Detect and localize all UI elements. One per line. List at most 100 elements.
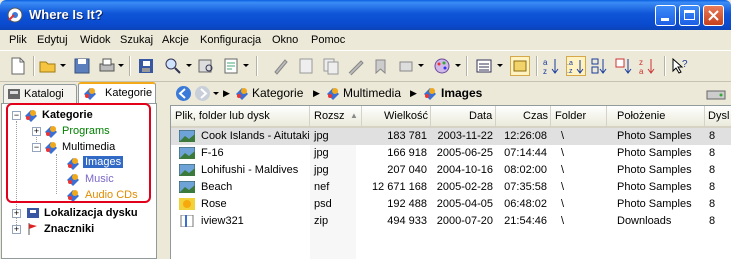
breadcrumb-item[interactable]: Multimedia [343,86,401,100]
sort-name-button[interactable]: az [542,56,562,76]
sort-size-icon [591,58,607,74]
cell-time: 07:35:58 [504,181,547,193]
view-mode-button[interactable] [474,56,494,76]
breadcrumb-current[interactable]: Images [441,86,482,100]
cell-date: 2000-07-20 [436,215,493,227]
drive-icon[interactable] [706,87,726,101]
svg-text:.z: .z [567,68,573,75]
help-button[interactable]: ? [670,56,690,76]
column-header-date[interactable]: Data [431,106,496,128]
report-button[interactable] [221,56,241,76]
open-button[interactable] [38,56,58,76]
properties-icon [299,58,313,74]
print-dropdown-icon[interactable] [118,64,124,67]
file-list: Plik, folder lub dysk Rozsz ▲ Wielkość D… [170,105,731,259]
menu-plik[interactable]: Plik [9,34,27,46]
expand-icon[interactable]: + [32,127,41,136]
search-button[interactable] [163,56,183,76]
save-button[interactable] [72,56,92,76]
new-button[interactable] [8,56,28,76]
column-header-folder[interactable]: Folder [551,106,607,128]
tree-line [56,154,57,194]
collapse-icon[interactable]: − [32,143,41,152]
close-button[interactable] [703,5,724,26]
find-in-catalog-button[interactable] [196,56,216,76]
thumbnails-toggle-button[interactable] [510,56,530,76]
table-row[interactable]: Cook Islands - Aitutaki jpg 183 781 2003-11… [171,128,731,145]
menu-szukaj[interactable]: Szukaj [120,34,153,46]
report-dropdown-icon[interactable] [243,64,249,67]
column-header-disk[interactable]: Dysl [705,106,731,128]
menu-edytuj[interactable]: Edytuj [37,34,68,46]
breadcrumb-item[interactable]: Kategorie [252,86,303,100]
title-bar[interactable]: Where Is It? [0,0,731,30]
open-dropdown-icon[interactable] [60,64,66,67]
menu-widok[interactable]: Widok [80,34,111,46]
disk-location-icon [27,208,39,218]
find-disk-icon [198,59,213,73]
minimize-button[interactable] [655,5,676,26]
color-labels-button[interactable] [432,56,452,76]
menu-okno[interactable]: Okno [272,34,298,46]
tools-dropdown-icon[interactable] [418,64,424,67]
tab-kategorie[interactable]: Kategorie [78,82,156,103]
tools-button[interactable] [396,56,416,76]
column-header-size[interactable]: Wielkość [362,106,431,128]
menu-konfiguracja[interactable]: Konfiguracja [200,34,261,46]
view-dropdown-icon[interactable] [497,64,503,67]
tree-label: Music [85,173,114,185]
cell-name: iview321 [201,215,244,227]
cell-folder: \ [561,198,565,210]
collapse-icon[interactable]: − [12,111,21,120]
sort-ext-button[interactable]: .a .z [566,56,586,76]
cell-name: Cook Islands - Aitutaki [201,130,309,142]
search-dropdown-icon[interactable] [186,64,192,67]
properties-button[interactable] [296,56,316,76]
cell-folder: \ [561,215,565,227]
window-title: Where Is It? [29,7,103,22]
print-button[interactable] [97,56,117,76]
catalog-button[interactable] [136,56,156,76]
table-row[interactable]: iview321 zip 494 933 2000-07-20 21:54:46 \ Dow… [171,213,731,230]
category-icon [45,142,57,154]
category-icon [424,88,436,100]
sort-date-button[interactable] [614,56,634,76]
history-dropdown-icon[interactable] [213,92,219,95]
new-document-icon [11,57,25,75]
assign-category-button[interactable] [346,56,366,76]
sort-reverse-button[interactable]: za [638,56,658,76]
tab-katalogi[interactable]: Katalogi [3,84,77,103]
breadcrumb: ▶ Kategorie ▶ Multimedia ▶ Images [160,82,731,105]
cell-time: 07:14:44 [504,147,547,159]
table-row[interactable]: Lohifushi - Maldives jpg 207 040 2004-10-16… [171,162,731,179]
bookmark-button[interactable] [371,56,391,76]
cell-date: 2004-10-16 [436,164,493,176]
menu-pomoc[interactable]: Pomoc [311,34,345,46]
column-header-name[interactable]: Plik, folder lub dysk [171,106,310,128]
copy-button[interactable] [321,56,341,76]
cell-ext: zip [314,215,329,227]
forward-button[interactable] [194,85,211,102]
expand-icon[interactable]: + [12,225,21,234]
expand-icon[interactable]: + [12,209,21,218]
category-icon [45,126,57,138]
cell-date: 2005-06-25 [436,147,493,159]
back-button[interactable] [175,85,192,102]
maximize-button[interactable] [679,5,700,26]
cell-folder: \ [561,147,565,159]
search-icon [165,58,181,74]
column-header-time[interactable]: Czas [496,106,551,128]
cell-location: Photo Samples [617,147,692,159]
color-dropdown-icon[interactable] [455,64,461,67]
svg-text:a: a [543,58,548,67]
cell-disk: 8 [709,215,716,227]
table-row[interactable]: F-16 jpg 166 918 2005-06-25 07:14:44 \ Photo S… [171,145,731,162]
table-row[interactable]: Rose psd 192 488 2005-04-05 06:48:02 \ Photo S… [171,196,731,213]
edit-button[interactable] [271,56,291,76]
menu-akcje[interactable]: Akcje [162,34,189,46]
sort-size-button[interactable] [590,56,610,76]
column-header-location[interactable]: Położenie [607,106,705,128]
column-header-ext[interactable]: Rozsz ▲ [310,106,362,128]
column-label: Dysl [708,110,730,122]
table-row[interactable]: Beach nef 12 671 168 2005-02-28 07:35:58 \ Pho… [171,179,731,196]
